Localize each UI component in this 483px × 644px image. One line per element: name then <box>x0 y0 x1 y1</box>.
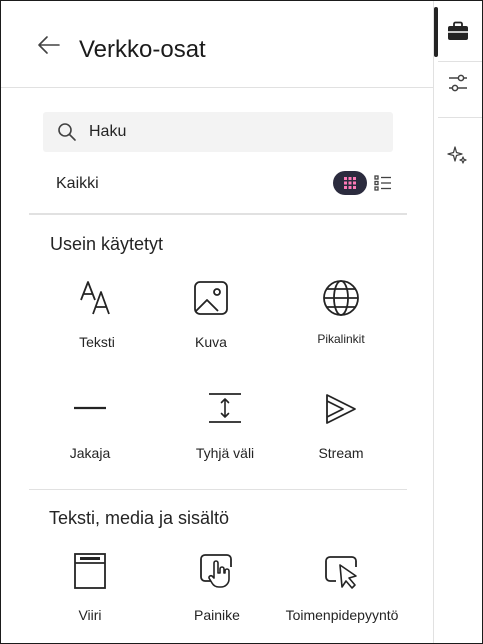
web-part-quick-links[interactable]: Pikalinkit <box>286 278 396 368</box>
page-title: Verkko-osat <box>79 36 206 63</box>
section-title-text-media-content: Teksti, media ja sisältö <box>49 508 230 528</box>
spacer-icon <box>205 389 245 429</box>
section-title-frequently-used: Usein käytetyt <box>50 234 164 254</box>
web-part-label: Stream <box>318 445 364 461</box>
web-part-text[interactable]: Teksti <box>42 278 152 368</box>
rail-divider <box>438 117 482 118</box>
rail-ai-button[interactable] <box>434 133 482 177</box>
web-part-label: Tyhjä väli <box>195 445 255 461</box>
image-icon <box>191 278 231 318</box>
divider <box>29 213 407 215</box>
divider-icon <box>70 389 110 429</box>
web-part-divider[interactable]: Jakaja <box>35 389 145 479</box>
back-button[interactable] <box>33 31 65 59</box>
list-view-button[interactable] <box>373 173 393 193</box>
search-box[interactable] <box>43 112 393 152</box>
toolbox-icon <box>448 21 468 40</box>
web-part-spacer[interactable]: Tyhjä väli <box>170 389 280 479</box>
web-part-label: Painike <box>194 607 240 623</box>
arrow-left-icon <box>38 36 60 54</box>
web-part-label: Kuva <box>195 334 227 350</box>
call-to-action-icon <box>322 551 362 591</box>
category-filter[interactable]: Kaikki <box>56 175 99 193</box>
sliders-icon <box>449 74 467 92</box>
web-part-label: Toimenpidepyyntö <box>285 607 399 623</box>
web-part-label: Viiri <box>78 607 102 623</box>
sparkle-icon <box>447 146 467 164</box>
app-window: Verkko-osat Kaikki <box>0 0 483 644</box>
banner-icon <box>70 551 110 591</box>
panel-header: Verkko-osat <box>1 1 433 88</box>
divider <box>29 489 407 490</box>
button-icon <box>197 551 237 591</box>
web-part-label: Teksti <box>79 334 115 350</box>
grid-view-button[interactable] <box>333 171 367 195</box>
side-rail <box>434 1 482 643</box>
stream-icon <box>321 389 361 429</box>
globe-icon <box>321 278 361 318</box>
web-parts-panel: Verkko-osat Kaikki <box>1 1 434 643</box>
search-input[interactable] <box>87 122 371 142</box>
web-part-label: Pikalinkit <box>317 332 365 346</box>
view-toggle <box>333 171 393 195</box>
search-icon <box>57 121 79 143</box>
rail-toolbox-button[interactable] <box>434 9 482 53</box>
web-part-button[interactable]: Painike <box>162 551 272 641</box>
list-icon <box>374 175 391 191</box>
web-part-stream[interactable]: Stream <box>286 389 396 479</box>
grid-icon <box>344 177 356 189</box>
web-part-label: Jakaja <box>69 445 111 461</box>
rail-settings-button[interactable] <box>434 61 482 105</box>
web-part-image[interactable]: Kuva <box>156 278 266 368</box>
web-part-call-to-action[interactable]: Toimenpidepyyntö <box>285 551 399 641</box>
text-icon <box>77 278 117 318</box>
web-part-banner[interactable]: Viiri <box>35 551 145 641</box>
